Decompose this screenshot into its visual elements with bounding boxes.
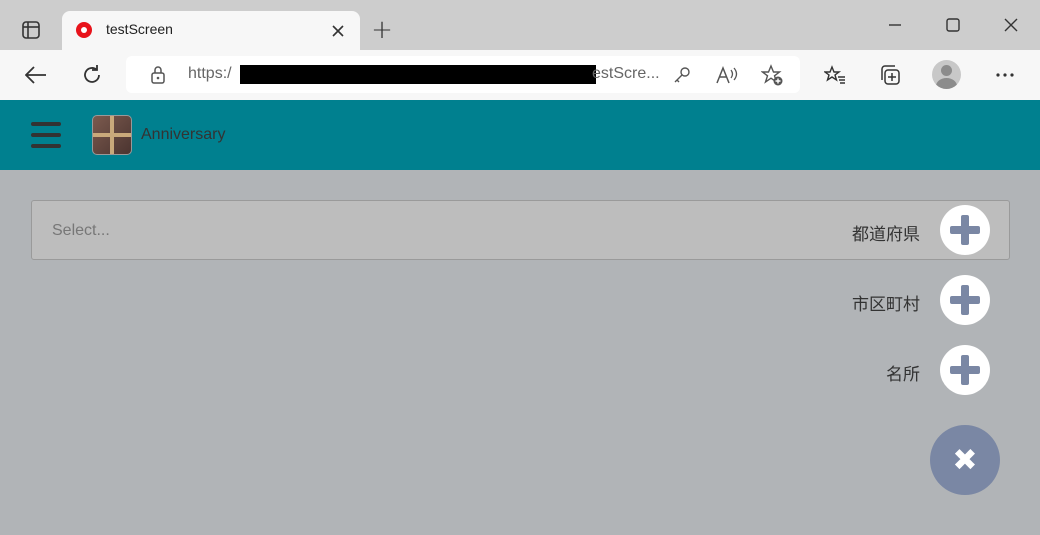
plus-icon: [950, 285, 980, 315]
tab-strip: testScreen +: [0, 0, 1040, 50]
minimize-icon[interactable]: [885, 15, 905, 35]
hamburger-menu-icon[interactable]: [31, 122, 61, 148]
key-icon[interactable]: [672, 65, 692, 85]
fab-label-landmark: 名所: [886, 365, 920, 384]
tab-actions-icon[interactable]: [20, 19, 42, 41]
url-suffix: estScre...: [592, 65, 660, 82]
browser-toolbar: https:/ estScre...: [0, 50, 1040, 101]
speed-dial-close-button[interactable]: ✖: [930, 425, 1000, 495]
favorites-icon[interactable]: [823, 63, 847, 87]
new-tab-button[interactable]: +: [370, 15, 394, 45]
fab-label-municipality: 市区町村: [852, 295, 920, 314]
profile-icon[interactable]: [932, 60, 961, 89]
fab-label-prefecture: 都道府県: [852, 225, 920, 244]
lock-icon[interactable]: [148, 65, 168, 85]
plus-icon: [950, 355, 980, 385]
add-prefecture-button[interactable]: [940, 205, 990, 255]
tab-title: testScreen: [106, 21, 173, 37]
new-tab-label: +: [371, 15, 393, 45]
maximize-icon[interactable]: [943, 15, 963, 35]
window-close-icon[interactable]: [1001, 15, 1021, 35]
more-icon[interactable]: [993, 63, 1017, 87]
read-aloud-icon[interactable]: [716, 65, 738, 85]
collections-icon[interactable]: [878, 63, 902, 87]
add-landmark-button[interactable]: [940, 345, 990, 395]
back-icon[interactable]: [24, 63, 48, 87]
refresh-icon[interactable]: [80, 63, 104, 87]
gift-logo-icon: [92, 115, 132, 155]
url-redaction: [240, 65, 596, 84]
opera-favicon-icon: [76, 22, 92, 38]
add-favorite-icon[interactable]: [760, 64, 784, 86]
browser-tab[interactable]: testScreen: [62, 11, 360, 50]
close-icon: ✖: [952, 442, 978, 478]
select-placeholder: Select...: [52, 222, 110, 239]
address-bar[interactable]: https:/ estScre...: [126, 56, 800, 93]
app-title: Anniversary: [141, 126, 226, 143]
plus-icon: [950, 215, 980, 245]
app-header: Anniversary: [0, 100, 1040, 170]
tab-close-icon[interactable]: [330, 23, 346, 39]
url-prefix: https:/: [188, 65, 232, 82]
add-municipality-button[interactable]: [940, 275, 990, 325]
